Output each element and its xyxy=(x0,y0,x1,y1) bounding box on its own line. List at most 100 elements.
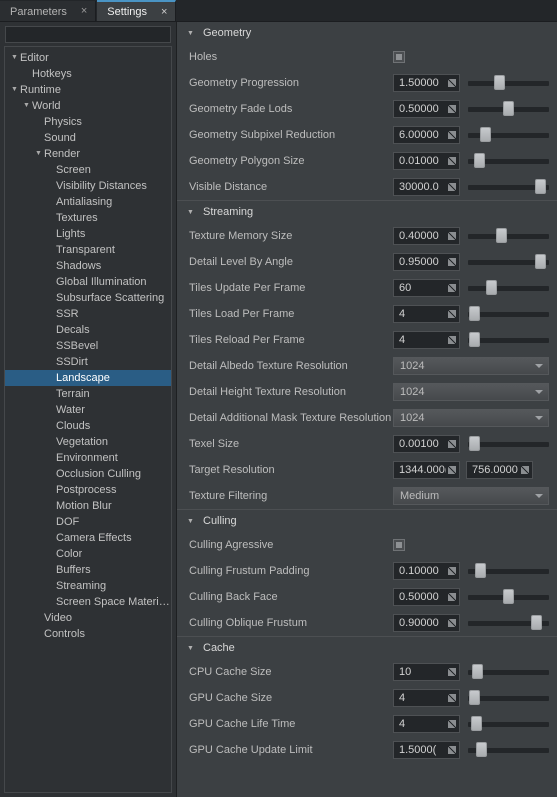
slider-knob[interactable] xyxy=(503,101,514,116)
slider-knob[interactable] xyxy=(471,664,483,679)
resize-grip-icon[interactable] xyxy=(446,436,459,452)
sidebar-item-camera-effects[interactable]: Camera Effects xyxy=(5,530,171,546)
sidebar-item-ssbevel[interactable]: SSBevel xyxy=(5,338,171,354)
resize-grip-icon[interactable] xyxy=(446,153,459,169)
resize-grip-icon[interactable] xyxy=(446,664,459,680)
tab-settings[interactable]: Settings × xyxy=(97,0,177,22)
slider-knob[interactable] xyxy=(485,280,497,295)
slider-knob[interactable] xyxy=(535,179,547,194)
slider-geometry-subpixel-reduction[interactable] xyxy=(468,126,549,144)
resize-grip-icon[interactable] xyxy=(446,716,459,732)
resize-grip-icon[interactable] xyxy=(446,75,459,91)
sidebar-item-ssdirt[interactable]: SSDirt xyxy=(5,354,171,370)
resize-grip-icon[interactable] xyxy=(446,254,459,270)
section-header-culling[interactable]: ▼ Culling xyxy=(177,509,557,532)
chevron-down-icon[interactable]: ▼ xyxy=(187,209,199,216)
sidebar-item-physics[interactable]: Physics xyxy=(5,114,171,130)
section-header-cache[interactable]: ▼ Cache xyxy=(177,636,557,659)
chevron-down-icon[interactable]: ▼ xyxy=(21,98,32,114)
sidebar-item-video[interactable]: Video xyxy=(5,610,171,626)
section-header-geometry[interactable]: ▼ Geometry xyxy=(177,22,557,44)
number-field-gpu-cache-life-time[interactable]: 4 xyxy=(393,715,460,733)
slider-texture-memory-size[interactable] xyxy=(468,227,549,245)
section-header-streaming[interactable]: ▼ Streaming xyxy=(177,200,557,223)
close-icon[interactable]: × xyxy=(161,6,167,18)
slider-culling-back-face[interactable] xyxy=(468,588,549,606)
sidebar-item-ssr[interactable]: SSR xyxy=(5,306,171,322)
chevron-down-icon[interactable] xyxy=(530,390,548,394)
number-field-culling-frustum-padding[interactable]: 0.10000 xyxy=(393,562,460,580)
number-field-geometry-fade-lods[interactable]: 0.50000 xyxy=(393,100,460,118)
chevron-down-icon[interactable]: ▼ xyxy=(187,518,199,525)
sidebar-item-motion-blur[interactable]: Motion Blur xyxy=(5,498,171,514)
slider-knob[interactable] xyxy=(469,332,481,347)
resize-grip-icon[interactable] xyxy=(446,306,459,322)
sidebar-item-antialiasing[interactable]: Antialiasing xyxy=(5,194,171,210)
chevron-down-icon[interactable] xyxy=(530,494,548,498)
resize-grip-icon[interactable] xyxy=(446,690,459,706)
sidebar-item-shadows[interactable]: Shadows xyxy=(5,258,171,274)
slider-gpu-cache-life-time[interactable] xyxy=(468,715,549,733)
chevron-down-icon[interactable]: ▼ xyxy=(187,645,199,652)
slider-knob[interactable] xyxy=(473,153,485,168)
slider-knob[interactable] xyxy=(475,563,486,578)
sidebar-item-clouds[interactable]: Clouds xyxy=(5,418,171,434)
resize-grip-icon[interactable] xyxy=(446,127,459,143)
sidebar-item-render[interactable]: ▼ Render xyxy=(5,146,171,162)
number-field-gpu-cache-size[interactable]: 4 xyxy=(393,689,460,707)
resize-grip-icon[interactable] xyxy=(446,589,459,605)
sidebar-item-environment[interactable]: Environment xyxy=(5,450,171,466)
slider-gpu-cache-size[interactable] xyxy=(468,689,549,707)
slider-texel-size[interactable] xyxy=(468,435,549,453)
slider-knob[interactable] xyxy=(470,716,482,731)
slider-tiles-load-per-frame[interactable] xyxy=(468,305,549,323)
dropdown-detail-height-texture-resolution[interactable]: 1024 xyxy=(393,383,549,401)
slider-knob[interactable] xyxy=(469,690,481,705)
close-icon[interactable]: × xyxy=(81,6,87,17)
slider-culling-frustum-padding[interactable] xyxy=(468,562,549,580)
sidebar-item-runtime[interactable]: ▼ Runtime xyxy=(5,82,171,98)
sidebar-item-vegetation[interactable]: Vegetation xyxy=(5,434,171,450)
slider-knob[interactable] xyxy=(531,615,542,630)
sidebar-item-screen-space-materials[interactable]: Screen Space Materials xyxy=(5,594,171,610)
slider-knob[interactable] xyxy=(493,75,505,90)
sidebar-item-streaming[interactable]: Streaming xyxy=(5,578,171,594)
number-field-geometry-progression[interactable]: 1.50000 xyxy=(393,74,460,92)
sidebar-item-landscape[interactable]: Landscape xyxy=(5,370,171,386)
slider-knob[interactable] xyxy=(503,589,514,604)
number-field-target-resolution-y[interactable]: 756.0000 xyxy=(466,461,533,479)
slider-knob[interactable] xyxy=(496,228,507,243)
number-field-target-resolution-x[interactable]: 1344.000( xyxy=(393,461,460,479)
sidebar-item-lights[interactable]: Lights xyxy=(5,226,171,242)
number-field-texture-memory-size[interactable]: 0.40000 xyxy=(393,227,460,245)
number-field-tiles-load-per-frame[interactable]: 4 xyxy=(393,305,460,323)
resize-grip-icon[interactable] xyxy=(446,563,459,579)
sidebar-item-textures[interactable]: Textures xyxy=(5,210,171,226)
slider-geometry-polygon-size[interactable] xyxy=(468,152,549,170)
sidebar-item-transparent[interactable]: Transparent xyxy=(5,242,171,258)
sidebar-item-world[interactable]: ▼ World xyxy=(5,98,171,114)
dropdown-texture-filtering[interactable]: Medium xyxy=(393,487,549,505)
slider-geometry-progression[interactable] xyxy=(468,74,549,92)
resize-grip-icon[interactable] xyxy=(446,228,459,244)
chevron-down-icon[interactable] xyxy=(530,364,548,368)
resize-grip-icon[interactable] xyxy=(446,280,459,296)
checkbox-culling-agressive[interactable] xyxy=(393,539,405,551)
number-field-cpu-cache-size[interactable]: 10 xyxy=(393,663,460,681)
resize-grip-icon[interactable] xyxy=(446,462,459,478)
slider-knob[interactable] xyxy=(479,127,491,142)
slider-gpu-cache-update-limit[interactable] xyxy=(468,741,549,759)
slider-culling-oblique-frustum[interactable] xyxy=(468,614,549,632)
tree-filter-input[interactable] xyxy=(5,26,171,43)
slider-tiles-reload-per-frame[interactable] xyxy=(468,331,549,349)
resize-grip-icon[interactable] xyxy=(446,615,459,631)
sidebar-item-postprocess[interactable]: Postprocess xyxy=(5,482,171,498)
number-field-geometry-subpixel-reduction[interactable]: 6.00000 xyxy=(393,126,460,144)
slider-knob[interactable] xyxy=(476,742,488,757)
sidebar-item-controls[interactable]: Controls xyxy=(5,626,171,642)
sidebar-item-global-illumination[interactable]: Global Illumination xyxy=(5,274,171,290)
slider-geometry-fade-lods[interactable] xyxy=(468,100,549,118)
resize-grip-icon[interactable] xyxy=(446,742,459,758)
slider-knob[interactable] xyxy=(469,436,481,451)
sidebar-item-editor[interactable]: ▼ Editor xyxy=(5,50,171,66)
